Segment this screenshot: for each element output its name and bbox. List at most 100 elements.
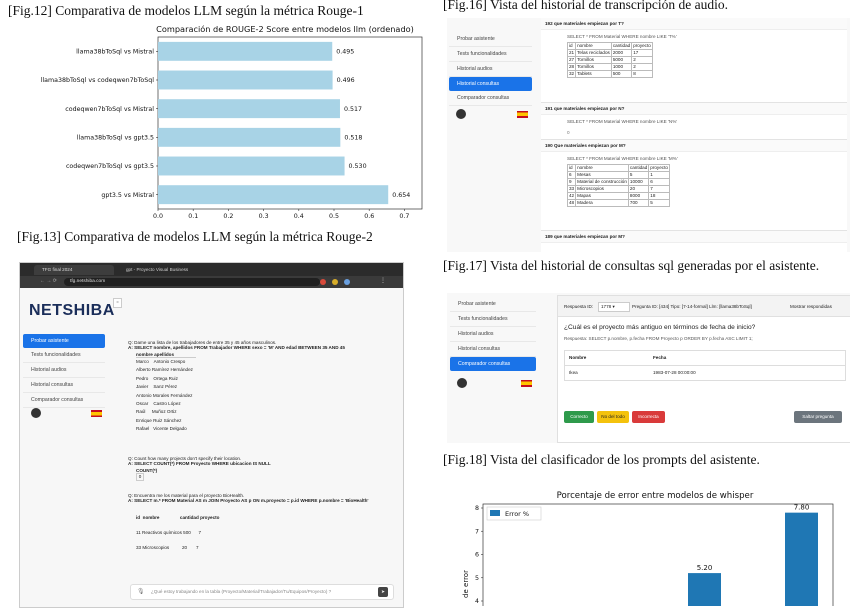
table-cell: 33 [566, 185, 577, 193]
nav-arrows-icon[interactable]: ← → ⟳ [40, 278, 57, 284]
table-cell: Microscopios [575, 185, 629, 193]
y-tick-label: 4 [475, 598, 479, 605]
category-label: llama38bToSql vs Mistral [76, 49, 154, 56]
history-sql: SELECT * FROM Material WHERE nombre LIKE… [567, 156, 678, 161]
comparator-header: Respuesta ID: 1778 ▾ Pregunta ID: [434] … [558, 296, 850, 317]
result-row: Alberto Ramírez Hernández [136, 367, 193, 373]
collapse-sidebar-button[interactable]: « [113, 298, 122, 308]
table-cell: 2000 [610, 49, 633, 57]
bar [785, 512, 818, 606]
bar [158, 41, 333, 61]
category-label: codeqwen7bToSql vs gpt3.5 [66, 163, 154, 170]
value-label: 0.530 [349, 163, 367, 170]
bar [158, 99, 340, 119]
comparator-panel: Respuesta ID: 1778 ▾ Pregunta ID: [434] … [557, 295, 850, 443]
history-entry: 192 que materiales empiezan por T? SELECT… [541, 18, 847, 103]
whisper-error-chart: Porcentaje de error entre modelos de whi… [462, 491, 834, 606]
result-row: Antonio Morales Fernández [136, 392, 193, 398]
skip-question-button[interactable]: Saltar pregunta [794, 411, 842, 423]
tab-gpt[interactable]: gpt - Proyecto Visual Business [118, 265, 224, 275]
history-entry: 191 que materiales empiezan por N? SELECT… [541, 103, 847, 140]
history-result-table: id nombre cantidad proyecto 21 Telas reciclad… [566, 42, 653, 78]
sidebar-item-probar[interactable]: Probar asistente [449, 32, 532, 47]
sidebar-item-tests[interactable]: Tests funcionalidades [450, 312, 536, 327]
chart-title: Comparación de ROUGE-2 Score entre model… [156, 24, 414, 34]
incorrect-button[interactable]: Incorrecta [632, 411, 665, 423]
value-label: 5.20 [697, 564, 713, 572]
spain-flag-icon[interactable] [521, 380, 532, 387]
spain-flag-icon[interactable] [91, 410, 102, 417]
sidebar-item-consultas[interactable]: Historial consultas [450, 342, 536, 357]
sidebar-item-audios[interactable]: Historial audios [449, 62, 532, 77]
fig13-browser-screenshot: TFG final 2024 gpt - Proyecto Visual Bus… [19, 262, 404, 608]
column-header: cantidad [627, 164, 650, 172]
table-cell: 10000 [627, 178, 650, 186]
sidebar-item-audios[interactable]: Historial audios [23, 363, 105, 378]
sidebar-item-comparador[interactable]: Comparador consultas [450, 357, 536, 371]
bar [158, 70, 333, 90]
sidebar-item-comparador[interactable]: Comparador consultas [23, 393, 105, 408]
sidebar-item-tests[interactable]: Tests funcionalidades [23, 348, 105, 363]
show-answered-toggle[interactable]: Mostrar respondidas [790, 304, 832, 309]
cell-nombre: Ikea [569, 370, 578, 375]
x-tick-label: 0.3 [259, 213, 269, 220]
y-axis-label: de error [462, 570, 470, 598]
send-icon[interactable]: ➤ [378, 587, 388, 597]
table-cell: 48 [566, 199, 577, 207]
x-tick-label: 0.0 [153, 213, 163, 220]
fig12-caption: [Fig.12] Comparativa de modelos LLM segú… [8, 3, 364, 18]
column-header: id [566, 164, 577, 172]
y-tick-label: 8 [475, 505, 479, 512]
address-bar-row: ← → ⟳ tfg.netshiba.com ⋮ [20, 276, 403, 288]
column-header: nombre [575, 164, 629, 172]
partially-correct-button[interactable]: No del todo [597, 411, 629, 423]
url-field[interactable]: tfg.netshiba.com [64, 278, 320, 286]
history-entry-header[interactable]: 191 que materiales empiezan por N? [541, 103, 847, 115]
result-row: Raúl Muñoz Ortiz [136, 409, 177, 415]
chat-input[interactable]: ¿Qué estoy trabajando en la tabla (Proye… [151, 589, 331, 594]
sidebar-item-consultas[interactable]: Historial consultas [449, 77, 532, 91]
sidebar-item-tests[interactable]: Tests funcionalidades [449, 47, 532, 62]
result-table-3: id nombre cantidad proyecto 11 Reactivos… [136, 505, 398, 560]
table-cell: 17 [631, 49, 653, 57]
extension-icon[interactable] [320, 279, 326, 285]
fig18-caption: [Fig.18] Vista del clasificador de los p… [443, 452, 760, 467]
question-text: ¿Cuál es el proyecto más antiguo en térm… [564, 324, 756, 331]
sidebar-item-comparador[interactable]: Comparador consultas [449, 91, 532, 106]
result-row: Pedro Ortega Ruiz [136, 375, 178, 381]
sidebar-item-audios[interactable]: Historial audios [450, 327, 536, 342]
microphone-icon[interactable]: 🎙 [137, 588, 145, 595]
user-avatar-icon[interactable] [456, 109, 466, 119]
fig17-screenshot: Probar asistente Tests funcionalidades H… [447, 293, 850, 443]
response-id-select[interactable]: 1778 ▾ [598, 302, 630, 312]
table-cell: 7 [648, 185, 670, 193]
tab-tfg[interactable]: TFG final 2024 [34, 265, 114, 275]
sidebar-item-probar[interactable]: Probar asistente [23, 334, 105, 348]
browser-tab-strip: TFG final 2024 gpt - Proyecto Visual Bus… [20, 263, 403, 276]
y-tick-label: 5 [475, 575, 479, 582]
answer-1: A: SELECT nombre, apellidos FROM Trabaja… [128, 345, 345, 350]
table-cell: 1 [648, 171, 670, 179]
sidebar-item-probar[interactable]: Probar asistente [450, 297, 536, 312]
column-header: cantidad [610, 42, 633, 50]
spain-flag-icon[interactable] [517, 111, 528, 118]
column-header: proyecto [631, 42, 653, 50]
history-entry-header[interactable]: 192 que materiales empiezan por T? [541, 18, 847, 30]
sidebar-item-consultas[interactable]: Historial consultas [23, 378, 105, 393]
table-cell: Telas reciclados [575, 49, 612, 57]
correct-button[interactable]: Correcto [564, 411, 594, 423]
user-avatar-icon[interactable] [31, 408, 41, 418]
cell-fecha: 1983-07-28 00:00:00 [653, 370, 696, 375]
user-avatar-icon[interactable] [457, 378, 467, 388]
history-entry-header[interactable]: 189 que materiales empiezan por M? [541, 231, 847, 243]
result-cell: 0 [136, 472, 144, 481]
category-label: llama38bToSql vs codeqwen7bToSql [41, 77, 155, 84]
table-cell: Tornillos [575, 56, 612, 64]
extension-icon[interactable] [332, 279, 338, 285]
menu-dots-icon[interactable]: ⋮ [380, 277, 386, 284]
extension-icon[interactable] [344, 279, 350, 285]
column-header-nombre: Nombre [569, 355, 587, 360]
history-entry-header[interactable]: 190 Que materiales empiezan por M? [541, 140, 847, 152]
table-cell: Tornillos [575, 63, 612, 71]
x-tick-label: 0.7 [399, 213, 409, 220]
